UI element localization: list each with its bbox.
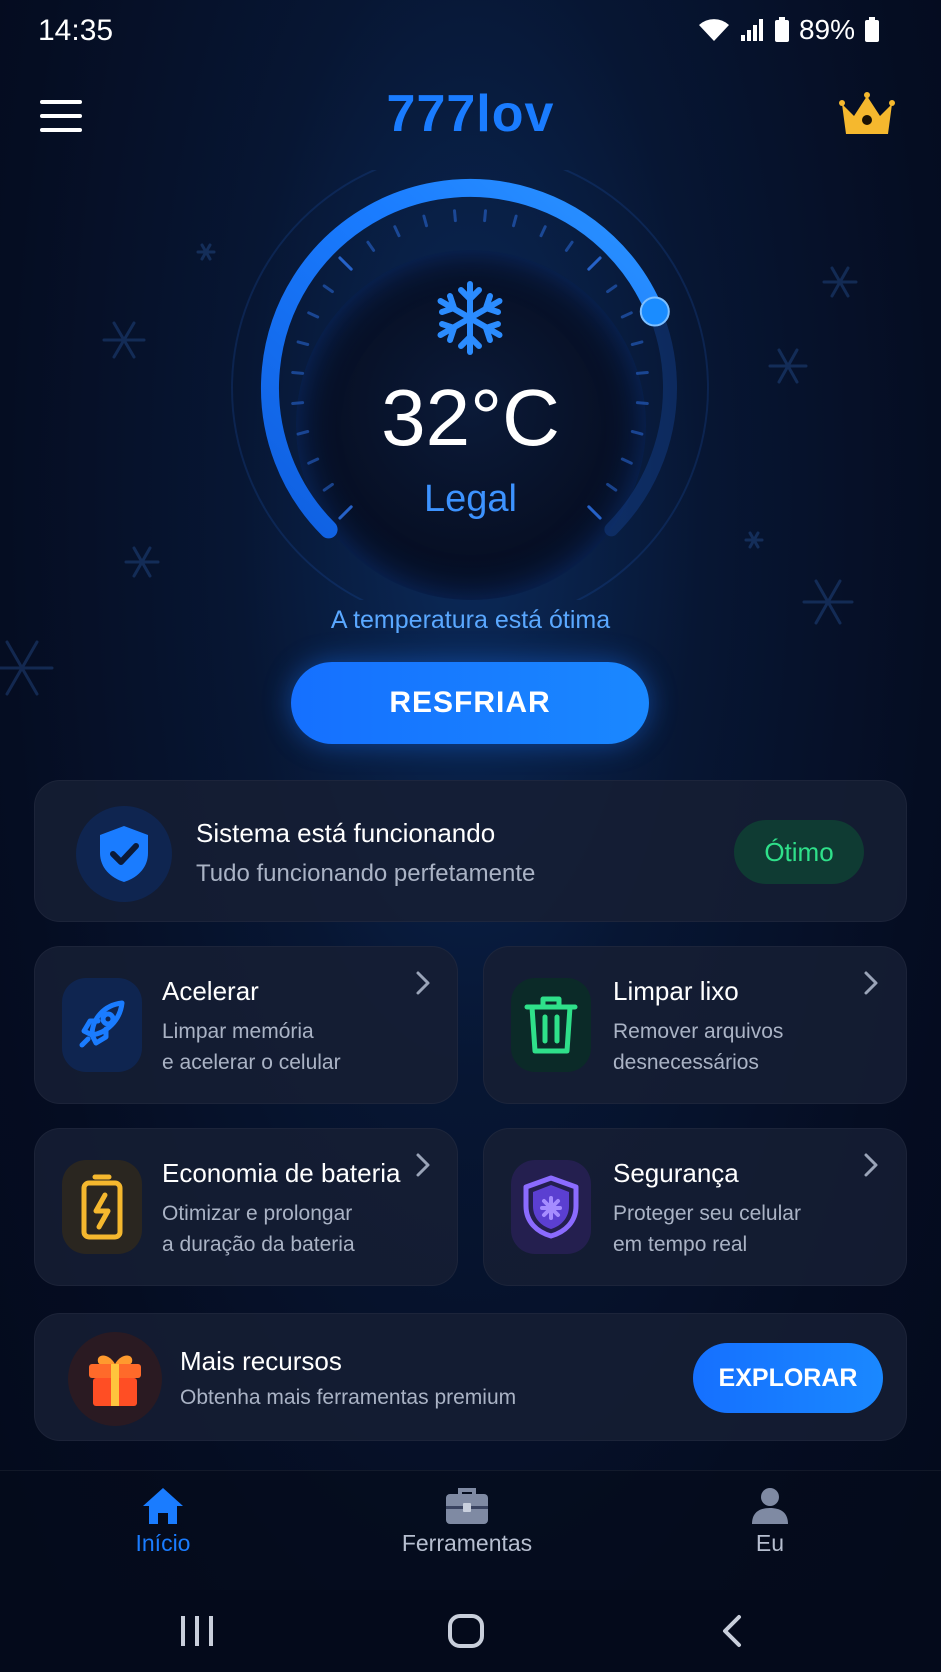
gauge-tick: [587, 256, 602, 271]
signal-icon: [740, 19, 763, 41]
person-icon: [752, 1488, 788, 1524]
chevron-right-icon: [862, 970, 880, 1003]
wifi-icon: [698, 19, 729, 41]
back-icon[interactable]: [702, 1606, 762, 1656]
feature-description: Proteger seu celular em tempo real: [613, 1202, 801, 1256]
gauge-tick: [393, 225, 401, 238]
feature-description: Otimizar e prolongar a duração da bateri…: [162, 1202, 355, 1256]
feature-title: Segurança: [613, 1158, 739, 1188]
recent-apps-icon[interactable]: [167, 1606, 227, 1656]
temperature-status: Legal: [424, 478, 517, 520]
feature-icon-wrap: [511, 1160, 591, 1254]
feature-title: Limpar lixo: [613, 976, 739, 1006]
explore-button[interactable]: EXPLORAR: [693, 1343, 883, 1413]
crown-icon[interactable]: [838, 90, 896, 140]
feature-icon-wrap: [62, 1160, 142, 1254]
gauge-tick: [366, 240, 376, 252]
gift-icon: [89, 1355, 141, 1406]
feature-icon-wrap: [511, 978, 591, 1072]
gauge-tick: [606, 284, 618, 294]
chevron-right-icon: [414, 970, 432, 1003]
feature-description: Limpar memória e acelerar o celular: [162, 1020, 341, 1074]
gauge-tick: [322, 284, 334, 294]
nav-label: Eu: [755, 1530, 785, 1556]
nav-item-inicio[interactable]: Início: [63, 1486, 263, 1557]
nav-item-ferramentas[interactable]: Ferramentas: [367, 1486, 567, 1557]
gauge-tick: [296, 340, 310, 346]
system-title: Sistema está funcionando: [196, 818, 496, 848]
gauge-tick: [338, 256, 353, 271]
nav-label: Início: [135, 1530, 191, 1556]
chevron-right-icon: [862, 1152, 880, 1185]
feature-title: Economia de bateria: [162, 1158, 401, 1188]
home-icon: [143, 1488, 183, 1524]
shield-check-icon: [100, 826, 148, 882]
gauge-tick: [422, 214, 428, 228]
feature-title: Acelerar: [162, 976, 259, 1006]
more-subtitle: Obtenha mais ferramentas premium: [180, 1386, 517, 1409]
battery-icon: [865, 17, 879, 42]
status-time: 14:35: [38, 14, 114, 47]
battery-charge-icon: [81, 1174, 123, 1240]
cool-button[interactable]: RESFRIAR: [291, 662, 649, 744]
more-title: Mais recursos: [180, 1346, 342, 1376]
status-badge: Ótimo: [734, 820, 864, 884]
temperature-message: A temperatura está ótima: [330, 606, 611, 634]
security-shield-icon: [523, 1175, 579, 1239]
system-subtitle: Tudo funcionando perfetamente: [196, 860, 536, 887]
gift-icon-wrap: [68, 1332, 162, 1426]
nav-label: Ferramentas: [401, 1530, 533, 1556]
status-icons: 89%: [697, 14, 881, 46]
temperature-value: 32°C: [381, 373, 560, 462]
chevron-right-icon: [414, 1152, 432, 1185]
home-circle-icon[interactable]: [436, 1606, 496, 1656]
gauge-tick: [564, 240, 574, 252]
toolbox-icon: [446, 1488, 488, 1524]
system-icon-wrap: [76, 806, 172, 902]
snowflake-icon: [437, 281, 503, 355]
gauge-tick: [453, 209, 457, 223]
rocket-icon: [79, 1000, 125, 1048]
nav-item-eu[interactable]: Eu: [670, 1486, 870, 1557]
gauge-tick: [539, 225, 547, 238]
feature-description: Remover arquivos desnecessários: [613, 1020, 784, 1074]
feature-icon-wrap: [62, 978, 142, 1072]
trash-icon: [524, 996, 578, 1054]
app-title: 777lov: [386, 85, 555, 143]
gauge-tick: [483, 209, 487, 223]
gauge-tick: [620, 311, 633, 319]
gauge-tick: [630, 340, 644, 346]
battery-percent: 89%: [798, 14, 855, 45]
battery-saver-icon: [774, 17, 789, 42]
gauge-tick: [307, 311, 320, 319]
gauge-tick: [512, 214, 518, 228]
